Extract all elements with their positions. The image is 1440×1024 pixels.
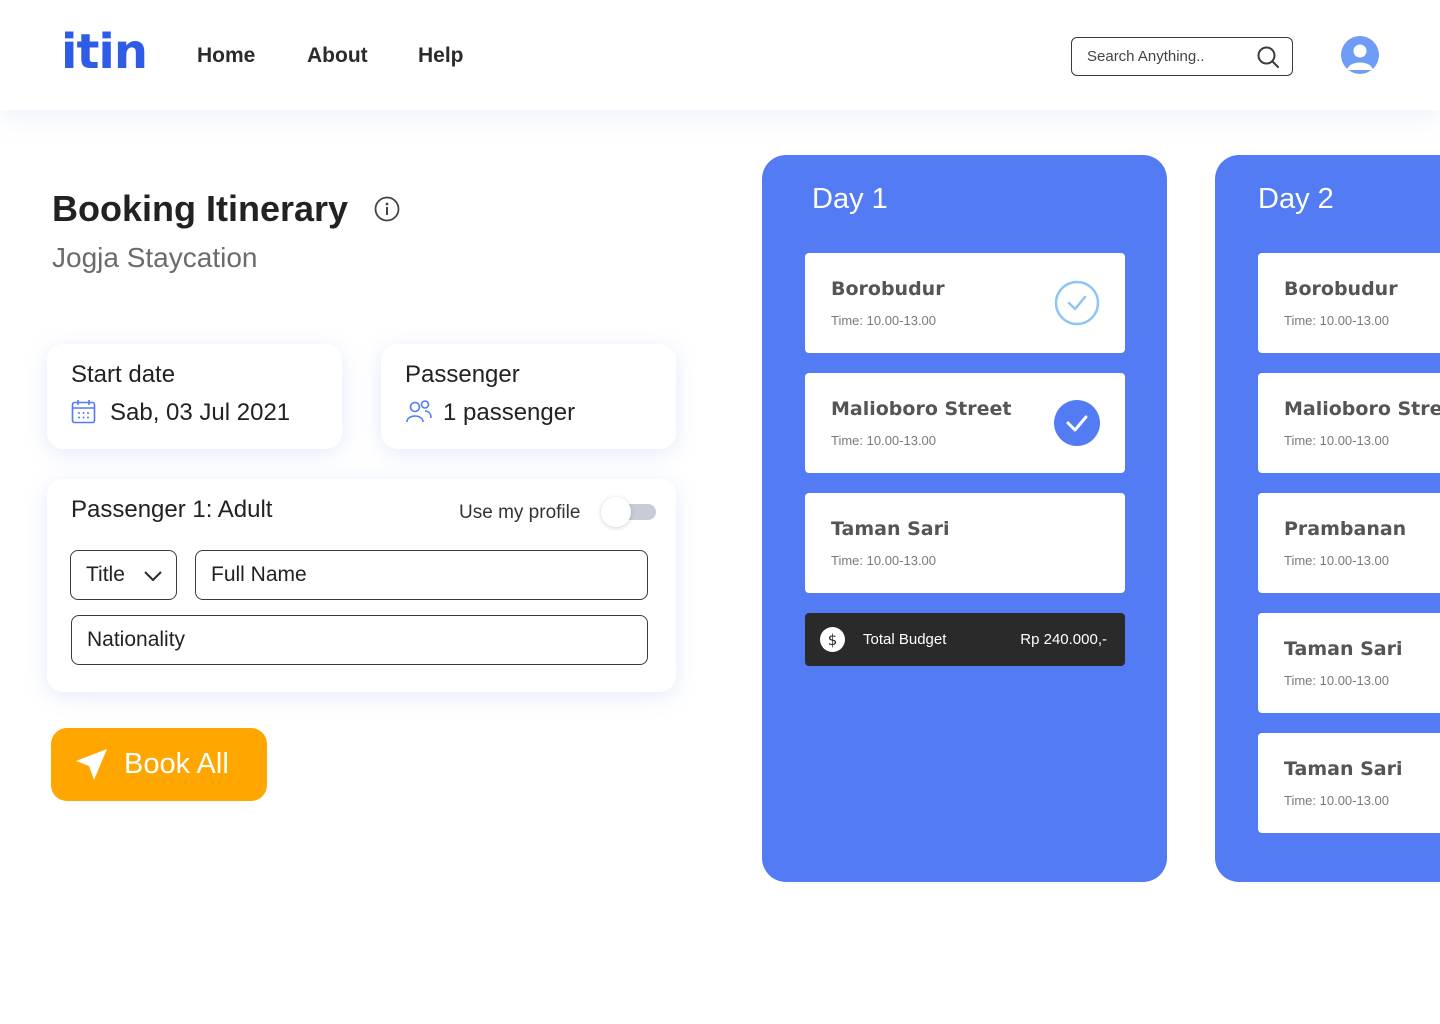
stop-name: Malioboro Street <box>831 398 1012 420</box>
search-box <box>1071 37 1293 76</box>
stop-time: Time: 10.00-13.00 <box>1284 673 1390 688</box>
info-icon[interactable] <box>374 196 400 222</box>
stop-name: Borobudur <box>831 278 945 300</box>
toggle-knob <box>601 497 631 527</box>
passenger-card[interactable]: Passenger 1 passenger <box>381 344 676 449</box>
check-circle-filled-icon[interactable] <box>1054 400 1100 446</box>
day-1-title: Day 1 <box>812 183 888 215</box>
passenger-count: 1 passenger <box>443 399 576 426</box>
passenger-heading: Passenger 1: Adult <box>71 496 273 523</box>
book-all-label: Book All <box>124 748 229 780</box>
stop-time: Time: 10.00-13.00 <box>831 553 937 568</box>
nav-help[interactable]: Help <box>418 42 464 70</box>
stop-name: Malioboro Street <box>1284 398 1440 420</box>
start-date-label: Start date <box>71 361 176 388</box>
book-all-button[interactable]: Book All <box>51 728 267 801</box>
stop-name: Taman Sari <box>831 518 950 540</box>
nav-home[interactable]: Home <box>197 42 255 70</box>
budget-label: Total Budget <box>863 631 947 648</box>
title-select[interactable]: Title <box>70 550 177 600</box>
stop-time: Time: 10.00-13.00 <box>1284 553 1390 568</box>
full-name-field <box>195 550 648 600</box>
stop-name: Prambanan <box>1284 518 1407 540</box>
check-circle-outline-icon[interactable] <box>1054 280 1100 326</box>
svg-text:$: $ <box>828 631 838 649</box>
user-icon <box>1347 44 1373 70</box>
stop-time: Time: 10.00-13.00 <box>1284 433 1390 448</box>
start-date-card[interactable]: Start date Sab, 03 Jul 2021 <box>47 344 342 449</box>
start-date-value: Sab, 03 Jul 2021 <box>110 399 291 426</box>
budget-value: Rp 240.000,- <box>1020 631 1107 648</box>
day-2-stop-3[interactable]: Prambanan Time: 10.00-13.00 <box>1258 493 1440 593</box>
stop-name: Taman Sari <box>1284 638 1403 660</box>
day-2-stop-5[interactable]: Taman Sari Time: 10.00-13.00 <box>1258 733 1440 833</box>
nationality-field <box>71 615 648 665</box>
send-icon <box>76 749 107 780</box>
day-2-stop-1[interactable]: Borobudur Time: 10.00-13.00 <box>1258 253 1440 353</box>
stop-time: Time: 10.00-13.00 <box>1284 793 1390 808</box>
use-profile-label: Use my profile <box>459 502 581 523</box>
dollar-icon: $ <box>820 627 845 652</box>
total-budget-bar: $ Total Budget Rp 240.000,- <box>805 613 1125 666</box>
search-input[interactable] <box>1087 48 1247 65</box>
stop-time: Time: 10.00-13.00 <box>831 433 937 448</box>
calendar-icon <box>71 400 96 424</box>
trip-subtitle: Jogja Staycation <box>52 242 258 273</box>
chevron-down-icon <box>144 571 162 582</box>
title-select-value: Title <box>86 563 125 586</box>
day-1-stop-1[interactable]: Borobudur Time: 10.00-13.00 <box>805 253 1125 353</box>
stop-time: Time: 10.00-13.00 <box>1284 313 1390 328</box>
search-icon[interactable] <box>1256 45 1280 69</box>
page-title: Booking Itinerary <box>52 188 349 229</box>
day-1-stop-2[interactable]: Malioboro Street Time: 10.00-13.00 <box>805 373 1125 473</box>
stop-name: Taman Sari <box>1284 758 1403 780</box>
day-2-stop-2[interactable]: Malioboro Street Time: 10.00-13.00 <box>1258 373 1440 473</box>
top-nav-bar: itin Home About Help <box>0 0 1440 110</box>
day-1-stop-3[interactable]: Taman Sari Time: 10.00-13.00 <box>805 493 1125 593</box>
stop-time: Time: 10.00-13.00 <box>831 313 937 328</box>
day-2-title: Day 2 <box>1258 183 1334 215</box>
full-name-input[interactable] <box>211 563 647 587</box>
use-profile-toggle[interactable] <box>601 497 657 527</box>
user-avatar[interactable] <box>1341 36 1379 74</box>
nationality-input[interactable] <box>87 628 647 652</box>
brand-logo[interactable]: itin <box>61 22 148 82</box>
nav-about[interactable]: About <box>307 42 368 70</box>
stop-name: Borobudur <box>1284 278 1398 300</box>
day-2-stop-4[interactable]: Taman Sari Time: 10.00-13.00 <box>1258 613 1440 713</box>
passenger-label: Passenger <box>405 361 520 388</box>
users-icon <box>406 400 432 423</box>
